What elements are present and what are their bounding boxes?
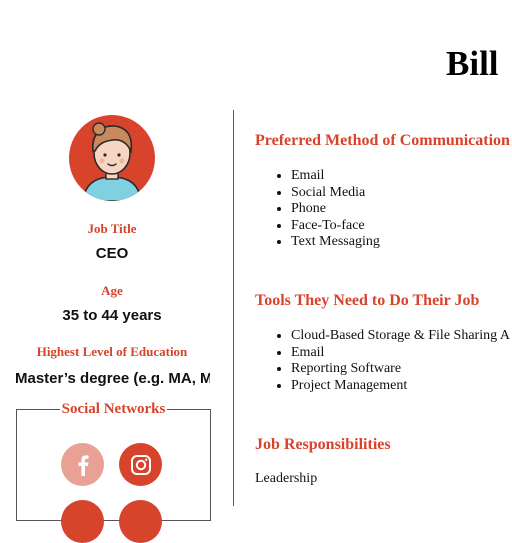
age-value: 35 to 44 years bbox=[62, 307, 162, 324]
list-item: Reporting Software bbox=[291, 361, 510, 378]
list-item: Face-To-face bbox=[291, 218, 380, 235]
tools-list: Cloud-Based Storage & File Sharing A Ema… bbox=[273, 328, 510, 394]
education-value: Master’s degree (e.g. MA, MS bbox=[15, 370, 210, 387]
persona-main bbox=[255, 0, 512, 506]
job-title-label: Job Title bbox=[87, 221, 137, 236]
age-label: Age bbox=[101, 283, 123, 298]
avatar bbox=[69, 115, 155, 201]
header-rule-left bbox=[16, 409, 60, 410]
list-item: Email bbox=[291, 168, 380, 185]
list-item: Email bbox=[291, 345, 510, 362]
column-divider bbox=[233, 110, 234, 506]
responsibilities-text: Leadership bbox=[255, 471, 318, 486]
list-item: Cloud-Based Storage & File Sharing A bbox=[291, 328, 510, 345]
tools-heading: Tools They Need to Do Their Job bbox=[255, 292, 480, 309]
instagram-icon[interactable] bbox=[119, 443, 162, 486]
social-icon-partial[interactable] bbox=[61, 500, 104, 543]
education-label: Highest Level of Education bbox=[36, 344, 188, 359]
avatar-illustration bbox=[82, 122, 142, 201]
list-item: Phone bbox=[291, 201, 380, 218]
facebook-icon[interactable] bbox=[61, 443, 104, 486]
header-rule-right bbox=[167, 409, 211, 410]
list-item: Social Media bbox=[291, 185, 380, 202]
communication-list: Email Social Media Phone Face-To-face Te… bbox=[273, 168, 380, 251]
list-item: Text Messaging bbox=[291, 234, 380, 251]
social-networks-title: Social Networks bbox=[61, 401, 166, 417]
social-networks-header: Social Networks bbox=[16, 401, 211, 418]
list-item: Project Management bbox=[291, 378, 510, 395]
social-networks-box bbox=[16, 410, 211, 521]
responsibilities-heading: Job Responsibilities bbox=[255, 436, 391, 453]
job-title-value: CEO bbox=[95, 245, 129, 262]
communication-heading: Preferred Method of Communication bbox=[255, 132, 510, 149]
social-icon-partial[interactable] bbox=[119, 500, 162, 543]
